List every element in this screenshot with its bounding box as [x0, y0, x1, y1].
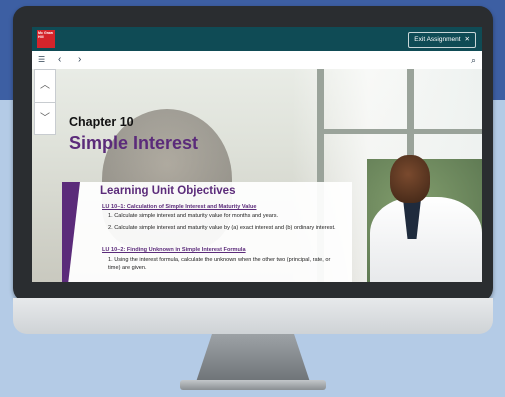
person-head — [390, 155, 430, 203]
monitor-stand-base — [180, 380, 326, 390]
exit-assignment-button[interactable]: Exit Assignment ✕ — [408, 32, 476, 48]
ebook-page: ︿ ﹀ Chapter 10 Simple Interest Learning … — [32, 69, 482, 282]
objective-item: 1. Calculate simple interest and maturit… — [108, 213, 279, 219]
objective-item: 2. Calculate simple interest and maturit… — [108, 225, 336, 231]
chapter-title: Simple Interest — [69, 133, 199, 153]
monitor-stand-neck — [196, 334, 310, 382]
mcgraw-hill-logo: Mc Graw Hill — [37, 30, 55, 48]
monitor-chin — [13, 298, 493, 334]
app-header: Mc Graw Hill Exit Assignment ✕ — [32, 27, 482, 51]
learning-unit-heading: LU 10–1: Calculation of Simple Interest … — [102, 204, 257, 210]
search-icon[interactable]: ⌕ — [471, 53, 476, 67]
learning-unit-heading: LU 10–2: Finding Unknown in Simple Inter… — [102, 247, 246, 253]
objectives-title: Learning Unit Objectives — [100, 185, 236, 197]
reader-toolbar: ☰ ‹ › ⌕ — [32, 51, 482, 70]
exit-assignment-label: Exit Assignment — [414, 36, 461, 43]
chevron-down-icon[interactable]: ﹀ — [35, 102, 55, 135]
chevron-up-icon[interactable]: ︿ — [35, 70, 55, 102]
person-lab-coat — [370, 197, 482, 282]
window-frame — [317, 129, 482, 134]
objective-item: 1. Using the interest formula, calculate… — [108, 257, 331, 271]
page-navigation-controls: ︿ ﹀ — [34, 69, 56, 135]
list-icon[interactable]: ☰ — [38, 53, 45, 67]
close-icon: ✕ — [464, 36, 470, 43]
chevron-left-icon[interactable]: ‹ — [58, 53, 61, 67]
chapter-label: Chapter 10 — [69, 115, 134, 129]
monitor-screen: Mc Graw Hill Exit Assignment ✕ ☰ ‹ › ⌕ ︿… — [32, 27, 482, 282]
chevron-right-icon[interactable]: › — [78, 53, 81, 67]
